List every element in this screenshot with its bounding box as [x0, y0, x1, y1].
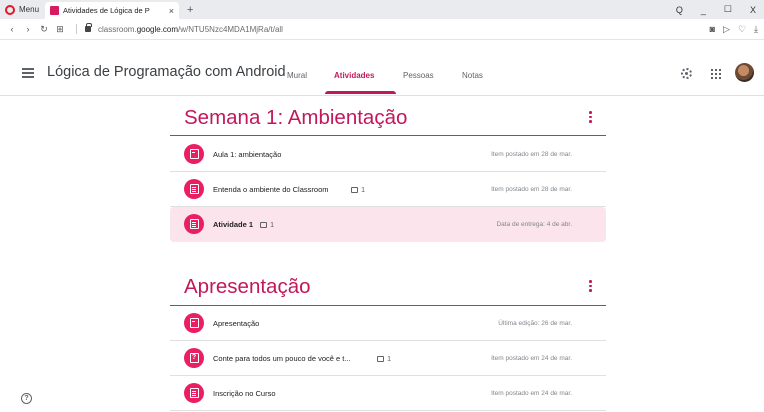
speed-dial-icon[interactable]: ⊞	[52, 24, 68, 35]
item-title: Entenda o ambiente do Classroom	[213, 185, 329, 194]
list-item[interactable]: Apresentação Última edição: 26 de mar.	[170, 306, 606, 341]
topic-more-options-icon[interactable]	[589, 280, 592, 292]
settings-gear-icon[interactable]	[681, 68, 692, 79]
browser-tab[interactable]: Atividades de Lógica de P ×	[45, 2, 180, 19]
assignment-icon	[184, 179, 204, 199]
item-date: Item postado em 24 de mar.	[491, 390, 572, 397]
item-date: Última edição: 26 de mar.	[498, 320, 572, 327]
topic-more-options-icon[interactable]	[589, 111, 592, 123]
classroom-header: Lógica de Programação com Android Mural …	[0, 40, 764, 96]
send-icon[interactable]: ▷	[723, 24, 730, 35]
google-apps-icon[interactable]	[711, 69, 721, 79]
material-icon	[184, 144, 204, 164]
topic-divider	[170, 135, 606, 136]
comment-icon	[260, 222, 267, 228]
snapshot-icon[interactable]: ◙	[710, 24, 715, 34]
comment-icon	[351, 187, 358, 193]
item-date: Item postado em 28 de mar.	[491, 151, 572, 158]
item-due-date: Data de entrega: 4 de abr.	[496, 221, 572, 228]
url-path: /w/NTU5Nzc4MDA1MjRa/t/all	[178, 24, 283, 34]
item-title: Atividade 1	[213, 220, 254, 229]
close-window-icon[interactable]: X	[750, 5, 756, 15]
main-menu-icon[interactable]	[22, 68, 34, 78]
list-item[interactable]: Atividade 1 1 Data de entrega: 4 de abr.	[170, 207, 606, 242]
address-separator	[76, 24, 77, 34]
item-comments: 1	[377, 354, 391, 363]
tab-notas[interactable]: Notas	[462, 71, 483, 80]
url-host: google.com	[136, 24, 179, 34]
topic-title: Apresentação	[184, 275, 311, 298]
url-field[interactable]: classroom.google.com/w/NTU5Nzc4MDA1MjRa/…	[98, 25, 283, 34]
item-comments: 1	[351, 185, 365, 194]
item-date: Item postado em 28 de mar.	[491, 186, 572, 193]
browser-tab-bar: Menu Atividades de Lógica de P × + Q _ ☐…	[0, 0, 764, 19]
item-title: Inscrição no Curso	[213, 389, 276, 398]
help-icon[interactable]: ?	[21, 393, 32, 404]
opera-logo-icon	[5, 4, 15, 15]
list-item[interactable]: Entenda o ambiente do Classroom 1 Item p…	[170, 172, 606, 207]
forward-icon[interactable]: ›	[20, 24, 36, 34]
address-bar: ‹ › ↻ ⊞ classroom.google.com/w/NTU5Nzc4M…	[0, 19, 764, 40]
topic-title: Semana 1: Ambientação	[184, 106, 408, 129]
list-item[interactable]: ? Conte para todos um pouco de você e t.…	[170, 341, 606, 376]
minimize-icon[interactable]: _	[701, 5, 706, 15]
tab-mural[interactable]: Mural	[287, 71, 307, 80]
back-icon[interactable]: ‹	[4, 24, 20, 34]
address-bar-actions: ◙ ▷ ♡ ⤓	[710, 24, 758, 35]
classroom-favicon-icon	[50, 6, 60, 15]
avatar[interactable]	[735, 63, 754, 82]
search-tabs-icon[interactable]: Q	[676, 5, 683, 15]
tab-atividades[interactable]: Atividades	[334, 71, 374, 80]
item-comments: 1	[260, 220, 274, 229]
material-icon	[184, 313, 204, 333]
heart-icon[interactable]: ♡	[738, 24, 746, 35]
comment-count: 1	[387, 354, 392, 363]
item-title: Conte para todos um pouco de você e t...	[213, 354, 351, 363]
url-prefix: classroom.	[98, 24, 137, 34]
comment-count: 1	[270, 220, 275, 229]
new-tab-button[interactable]: +	[179, 0, 193, 19]
tab-close-icon[interactable]: ×	[169, 6, 174, 16]
comment-icon	[377, 356, 384, 362]
assignment-icon	[184, 383, 204, 403]
assignment-icon	[184, 214, 204, 234]
download-icon[interactable]: ⤓	[754, 24, 758, 35]
window-controls: Q _ ☐ X	[676, 0, 756, 19]
course-title[interactable]: Lógica de Programação com Android	[47, 64, 286, 80]
list-item[interactable]: Inscrição no Curso Item postado em 24 de…	[170, 376, 606, 411]
item-title: Aula 1: ambientação	[213, 150, 282, 159]
lock-icon[interactable]	[85, 23, 92, 32]
active-tab-indicator	[325, 91, 396, 94]
browser-menu-button[interactable]: Menu	[0, 0, 45, 19]
item-date: Item postado em 24 de mar.	[491, 355, 572, 362]
reload-icon[interactable]: ↻	[36, 24, 52, 35]
list-item[interactable]: Aula 1: ambientação Item postado em 28 d…	[170, 137, 606, 172]
maximize-icon[interactable]: ☐	[724, 4, 732, 15]
tab-pessoas[interactable]: Pessoas	[403, 71, 434, 80]
comment-count: 1	[361, 185, 366, 194]
item-title: Apresentação	[213, 319, 260, 328]
question-icon: ?	[184, 348, 204, 368]
browser-tab-title: Atividades de Lógica de P	[63, 6, 150, 15]
browser-menu-label: Menu	[19, 5, 40, 14]
